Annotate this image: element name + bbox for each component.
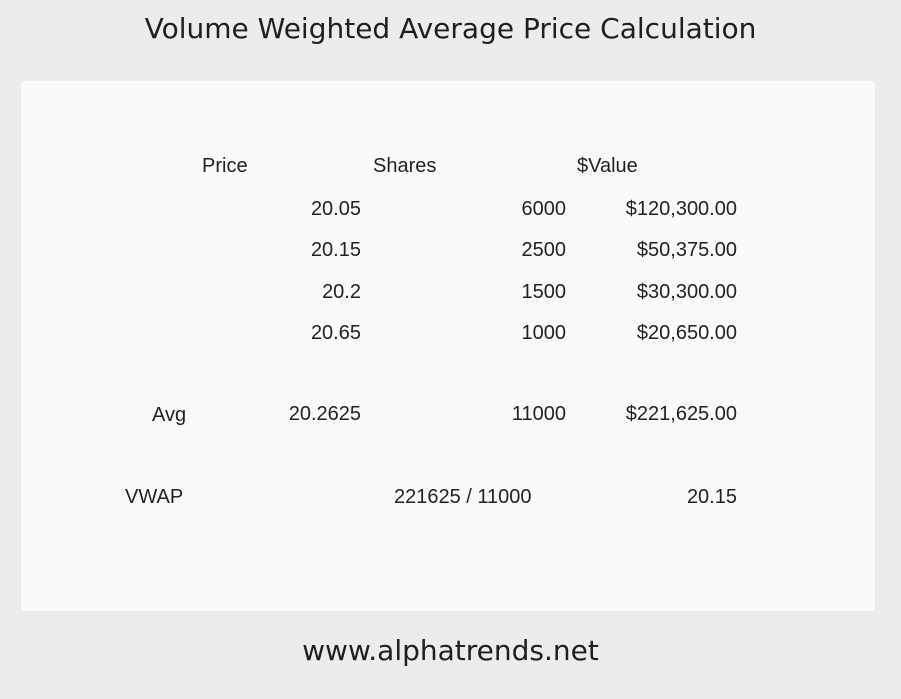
row-1-shares: 6000 xyxy=(521,198,567,220)
row-2-value: $50,375.00 xyxy=(636,239,737,261)
row-4-price: 20.65 xyxy=(310,322,361,344)
row-3-price: 20.2 xyxy=(322,281,361,303)
vwap-label: VWAP xyxy=(125,486,184,508)
row-4-shares: 1000 xyxy=(521,322,567,344)
header-shares: Shares xyxy=(373,155,437,177)
row-4-value: $20,650.00 xyxy=(636,322,737,344)
row-2-shares: 2500 xyxy=(521,239,567,261)
avg-value: $221,625.00 xyxy=(625,403,737,425)
avg-shares: 11000 xyxy=(511,403,566,425)
row-2-price: 20.15 xyxy=(310,239,361,261)
vwap-table-card: Price Shares $Value 20.05 6000 $120,300.… xyxy=(21,81,875,611)
row-1-value: $120,300.00 xyxy=(625,198,737,220)
page-title: Volume Weighted Average Price Calculatio… xyxy=(144,12,757,45)
vwap-formula: 221625 / 11000 xyxy=(394,486,532,508)
row-1-price: 20.05 xyxy=(310,198,361,220)
avg-label: Avg xyxy=(152,404,187,426)
header-value: $Value xyxy=(577,155,638,177)
row-3-value: $30,300.00 xyxy=(636,281,737,303)
footer-url: www.alphatrends.net xyxy=(302,634,599,667)
header-price: Price xyxy=(202,155,248,177)
row-3-shares: 1500 xyxy=(521,281,567,303)
vwap-value: 20.15 xyxy=(686,486,737,508)
avg-price: 20.2625 xyxy=(288,403,361,425)
